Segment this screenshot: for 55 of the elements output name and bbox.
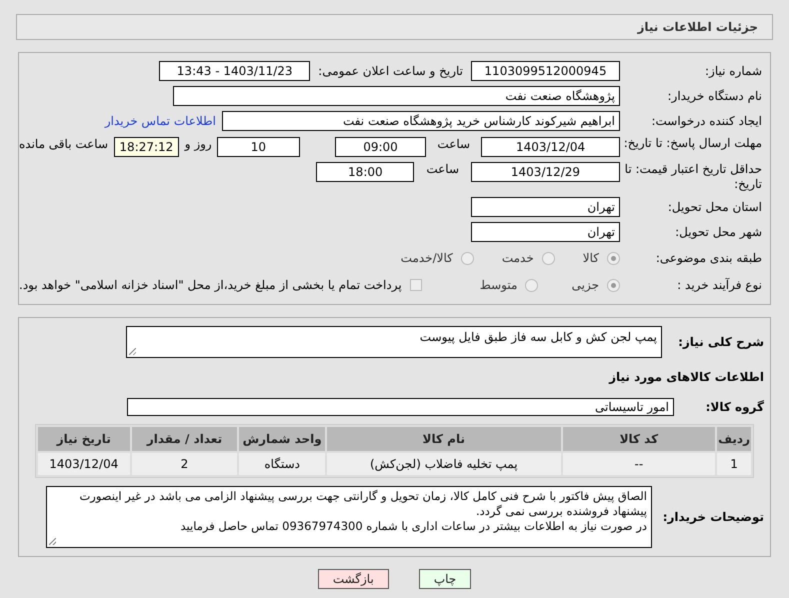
buyer-org-field: پژوهشگاه صنعت نفت (173, 86, 620, 106)
buyer-contact-link[interactable]: اطلاعات تماس خریدار (104, 114, 216, 128)
column-header: کد کالا (562, 427, 716, 451)
field-label: شهر محل تحویل: (674, 224, 763, 240)
announce-date-field: 1403/11/23 - 13:43 (159, 61, 310, 81)
column-header: واحد شمارش (239, 427, 325, 451)
goods-group-field: امور تاسیساتی (127, 398, 674, 416)
table-cell: -- (562, 453, 716, 475)
column-header: ردیف (717, 427, 751, 451)
need-number-field: 1103099512000945 (471, 61, 620, 81)
page-title: جزئیات اطلاعات نیاز (637, 20, 758, 34)
print-button[interactable]: چاپ (418, 569, 472, 589)
option-label: خدمت (502, 251, 534, 265)
field-label: ساعت (426, 162, 459, 176)
field-label: شرح کلی نیاز: (677, 335, 764, 349)
table-cell: دستگاه (239, 453, 325, 475)
field-label: استان محل تحویل: (666, 200, 763, 214)
field-label: ایجاد کننده درخواست: (650, 114, 763, 128)
field-label: ساعت باقی مانده (18, 137, 108, 151)
description-field[interactable]: پمپ لجن کش و کابل سه فاز طبق فایل پیوست (126, 326, 662, 358)
field-label: ساعت (437, 137, 470, 151)
table-cell: پمپ تخلیه فاضلاب (لجن‌کش) (326, 453, 561, 475)
field-label: مهلت ارسال پاسخ: تا تاریخ: (622, 136, 763, 151)
table-cell: 1 (717, 453, 751, 475)
field-label: نوع فرآیند خرید : (676, 278, 763, 292)
province-field: تهران (471, 197, 620, 217)
field-label: شماره نیاز: (704, 64, 763, 78)
table-cell: 1403/12/04 (38, 453, 130, 475)
field-label: تاریخ و ساعت اعلان عمومی: (318, 64, 463, 78)
option-label: کالا (582, 251, 599, 265)
option-label: متوسط (480, 278, 518, 292)
validity-date-field: 1403/12/29 (471, 162, 620, 182)
field-label: توضیحات خریدار: (662, 510, 764, 524)
option-label: جزیی (572, 278, 599, 292)
column-header: تاریخ نیاز (38, 427, 130, 451)
checkbox-label: پرداخت تمام یا بخشی از مبلغ خرید،از محل "اسناد خزانه اسلامی" خواهد بود. (19, 278, 402, 292)
deadline-time-field: 09:00 (334, 137, 426, 157)
remaining-time-field: 18:27:12 (114, 137, 180, 157)
column-header: نام کالا (326, 427, 561, 451)
requester-field: ابراهیم شیرکوند کارشناس خرید پژوهشگاه صنعت نفت (222, 111, 620, 131)
city-field: تهران (471, 222, 620, 242)
field-label: حداقل تاریخ اعتبار قیمت: تا تاریخ: (624, 162, 763, 192)
option-label: کالا/خدمت (400, 251, 453, 265)
column-header: تعداد / مقدار (132, 427, 238, 451)
days-field: 10 (217, 137, 300, 157)
deadline-date-field: 1403/12/04 (481, 137, 620, 157)
validity-time-field: 18:00 (316, 162, 414, 182)
section-title: اطلاعات کالاهای مورد نیاز (608, 369, 765, 384)
table-cell: 2 (132, 453, 238, 475)
buyer-notes-field[interactable]: الصاق پیش فاکتور با شرح فنی کامل کالا، زمان تحویل و گارانتی جهت بررسی پیشنهاد الزامی می باشد در غیر اینصورت پیشنهاد فروشنده بررسی نمی گردد. در صورت نیاز به اطلاعات بیشتر در ساعات اداری با شماره 09367974300 تماس حاصل فرمایید (46, 486, 652, 548)
field-label: روز و (184, 137, 212, 151)
field-label: طبقه بندی موضوعی: (654, 250, 763, 266)
back-button[interactable]: بازگشت (318, 569, 389, 589)
field-label: گروه کالا: (704, 400, 764, 414)
field-label: نام دستگاه خریدار: (666, 88, 763, 104)
